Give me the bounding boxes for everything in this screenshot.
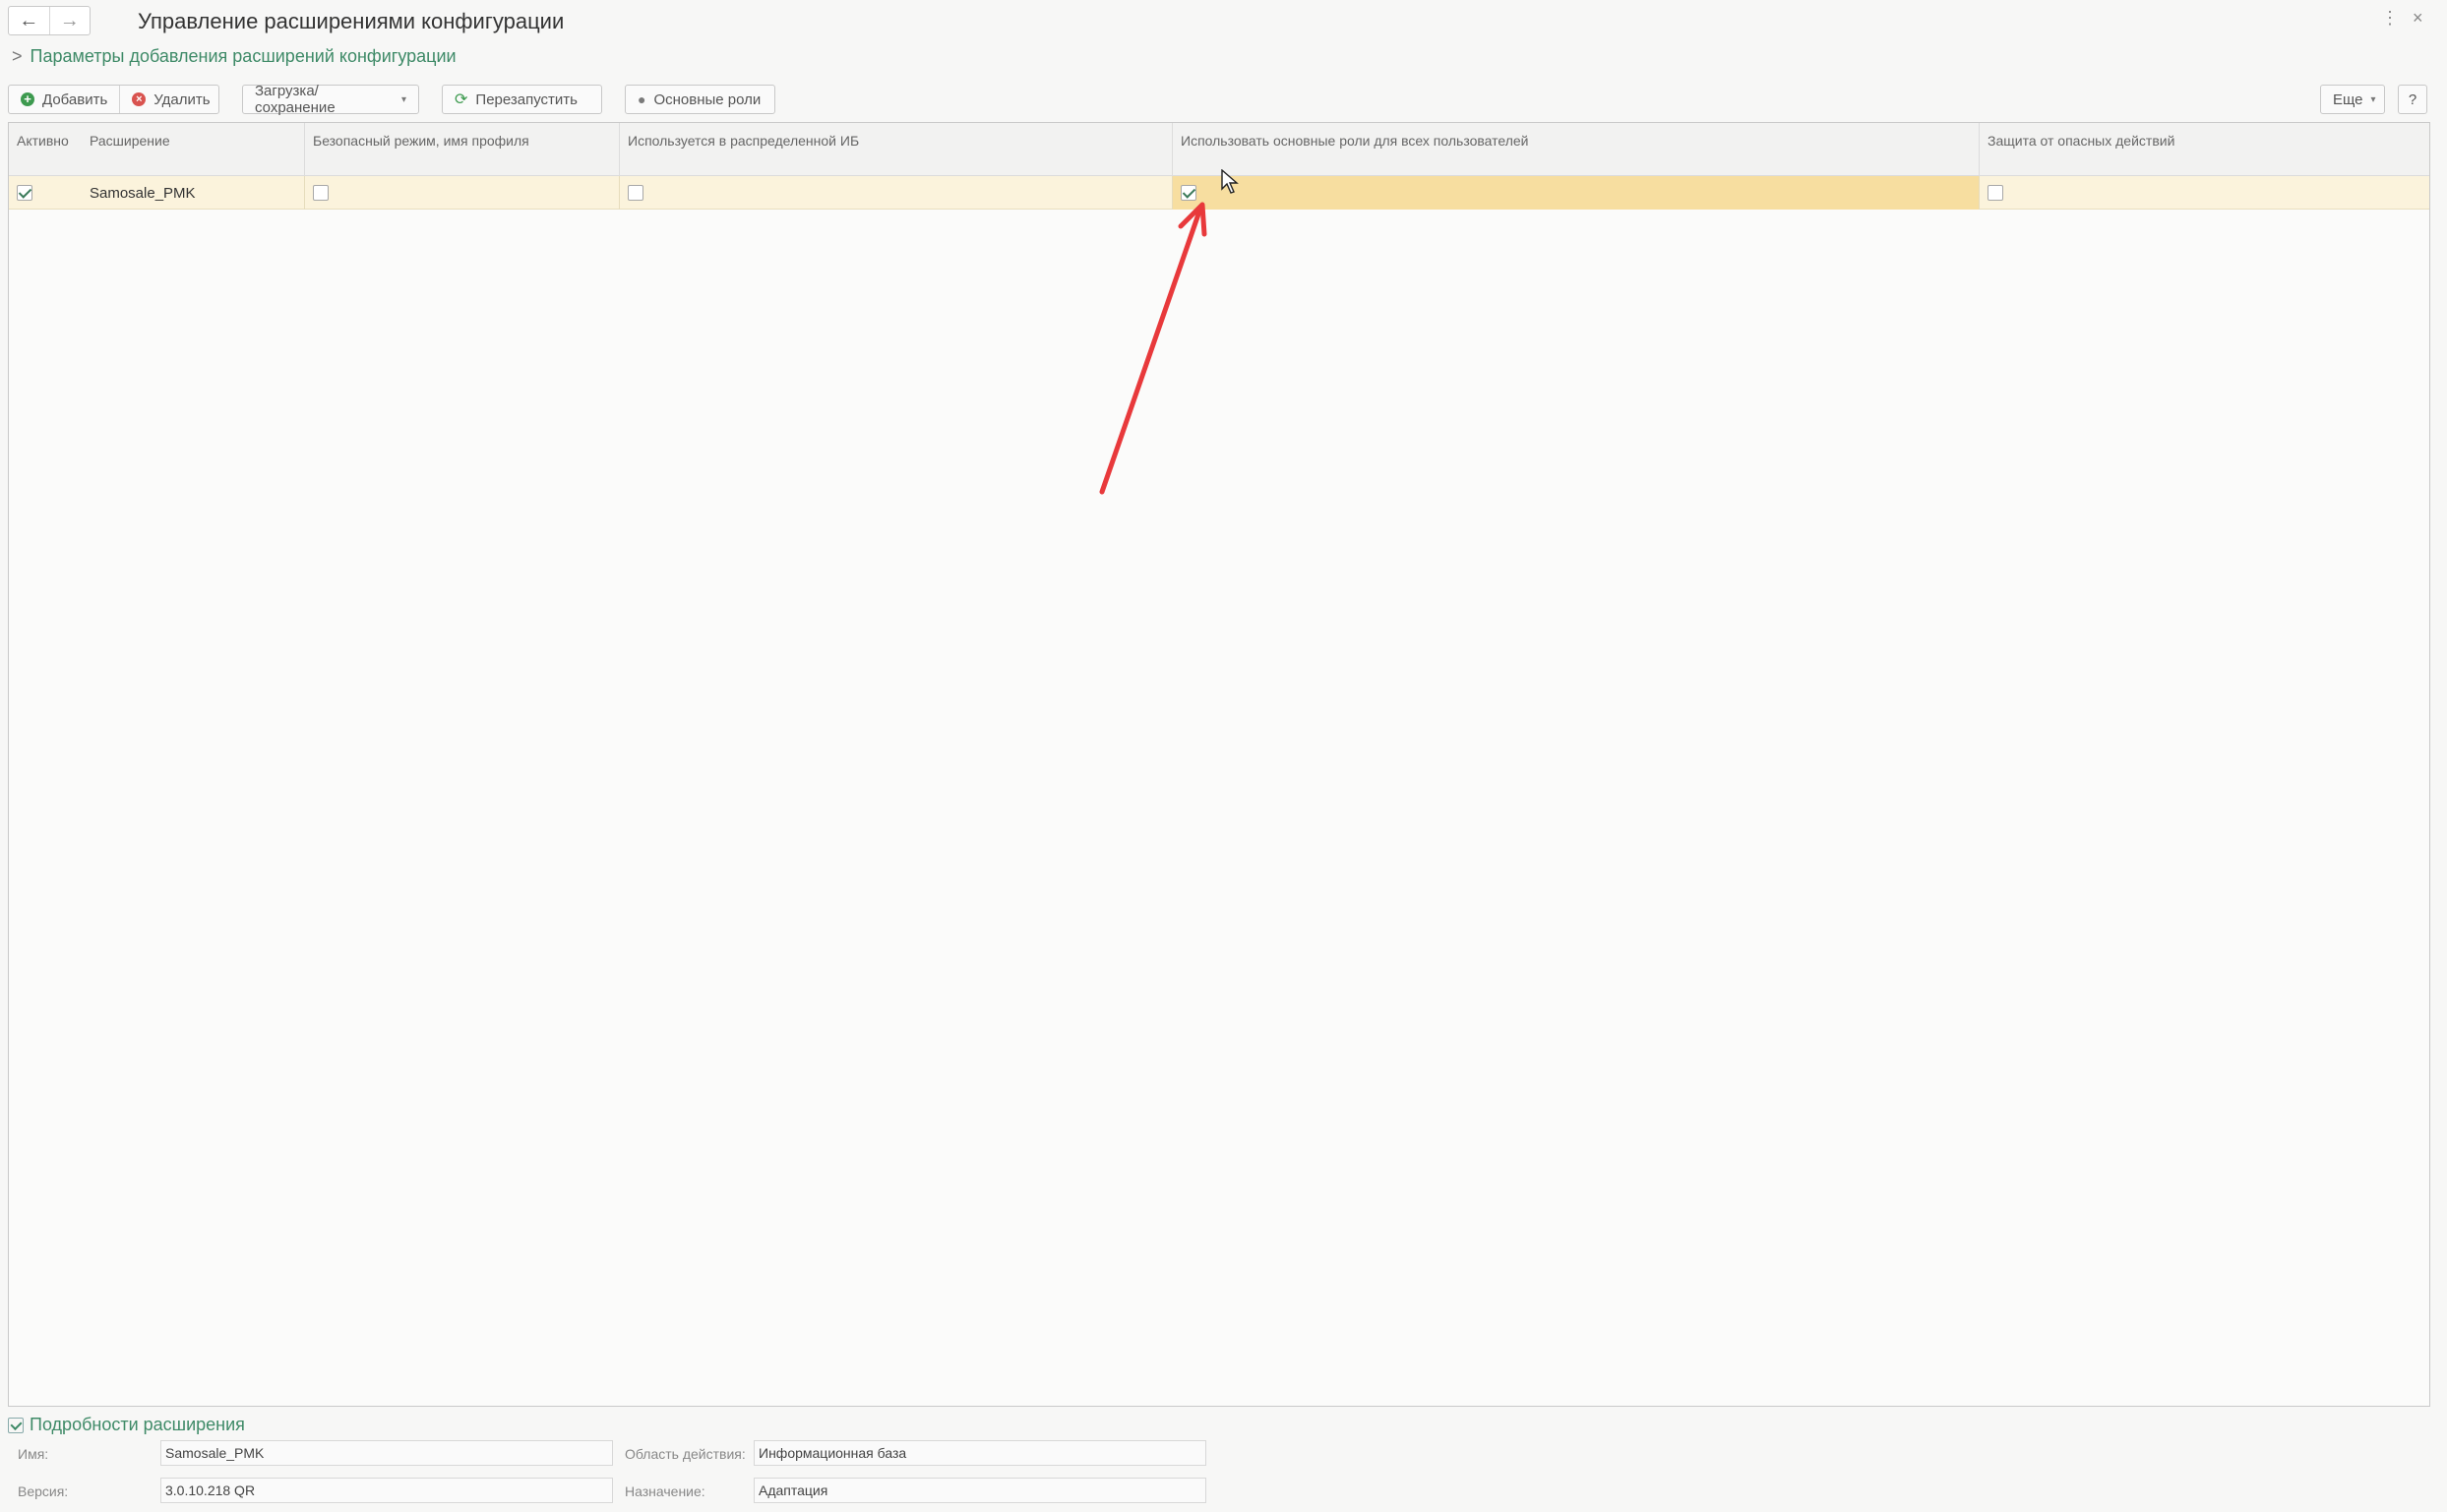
scope-label: Область действия:: [625, 1446, 746, 1462]
collapse-checkbox-icon: [8, 1417, 24, 1433]
details-toggle[interactable]: Подробности расширения: [8, 1415, 245, 1435]
purpose-label: Назначение:: [625, 1483, 705, 1499]
version-label: Версия:: [18, 1483, 69, 1499]
scope-field[interactable]: Информационная база: [754, 1440, 1206, 1466]
purpose-field[interactable]: Адаптация: [754, 1478, 1206, 1503]
version-field[interactable]: 3.0.10.218 QR: [160, 1478, 613, 1503]
annotation-arrow-icon: [1099, 202, 1207, 495]
details-title: Подробности расширения: [30, 1415, 245, 1434]
name-field[interactable]: Samosale_PMK: [160, 1440, 613, 1466]
mouse-cursor-icon: [1221, 169, 1239, 194]
name-label: Имя:: [18, 1446, 49, 1462]
